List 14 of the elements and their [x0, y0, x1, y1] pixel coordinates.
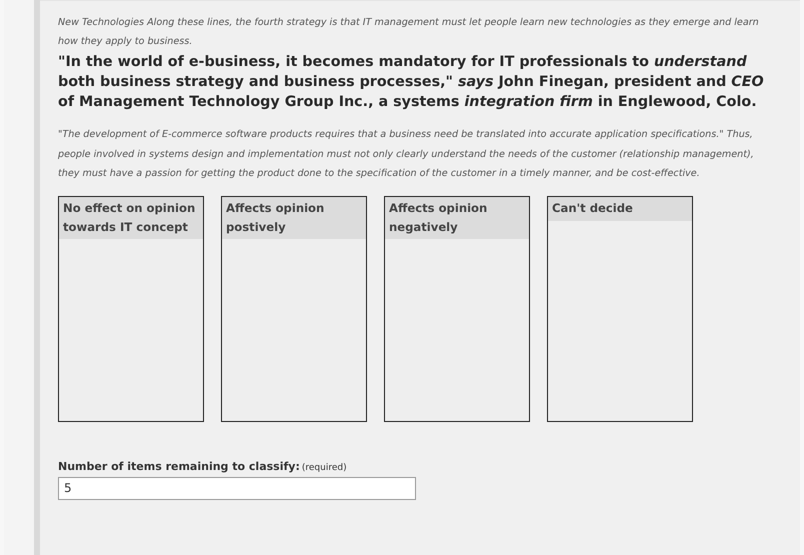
category-bin[interactable]: Affects opinion postively	[221, 196, 367, 422]
category-label: Affects opinion postively	[222, 196, 366, 238]
category-bin[interactable]: No effect on opinion towards IT concept	[58, 196, 204, 422]
field-label: Number of items remaining to classify:	[58, 460, 300, 472]
category-bin[interactable]: Can't decide	[547, 196, 693, 422]
quote-text: "In the world of e-business, it becomes mandatory for IT professionals to understand both business strategy and business processes," says John Finegan, president and CEO of Management Technology Group Inc., a systems integration firm in Englewood, Colo.	[58, 53, 765, 112]
category-label: No effect on opinion towards IT concept	[59, 196, 203, 238]
category-label: Can't decide	[548, 196, 692, 220]
category-bin[interactable]: Affects opinion negatively	[384, 196, 530, 422]
category-label: Affects opinion negatively	[385, 196, 529, 238]
required-note: (required)	[302, 462, 347, 472]
intro-text: New Technologies Along these lines, the fourth strategy is that IT management must let people learn new technologies as they emerge and learn how they apply to business.	[58, 16, 760, 49]
input-field[interactable]: 5	[58, 476, 416, 500]
paragraph-text: "The development of E-commerce software products requires that a business need be translated into accurate application specifications." Thus, people involved in systems design and implementation must not only clearly understand the needs of the customer (relationship management), they must have a passion for getting the product done to the specification of the customer in a timely manner, and be cost-effective.	[58, 128, 755, 181]
